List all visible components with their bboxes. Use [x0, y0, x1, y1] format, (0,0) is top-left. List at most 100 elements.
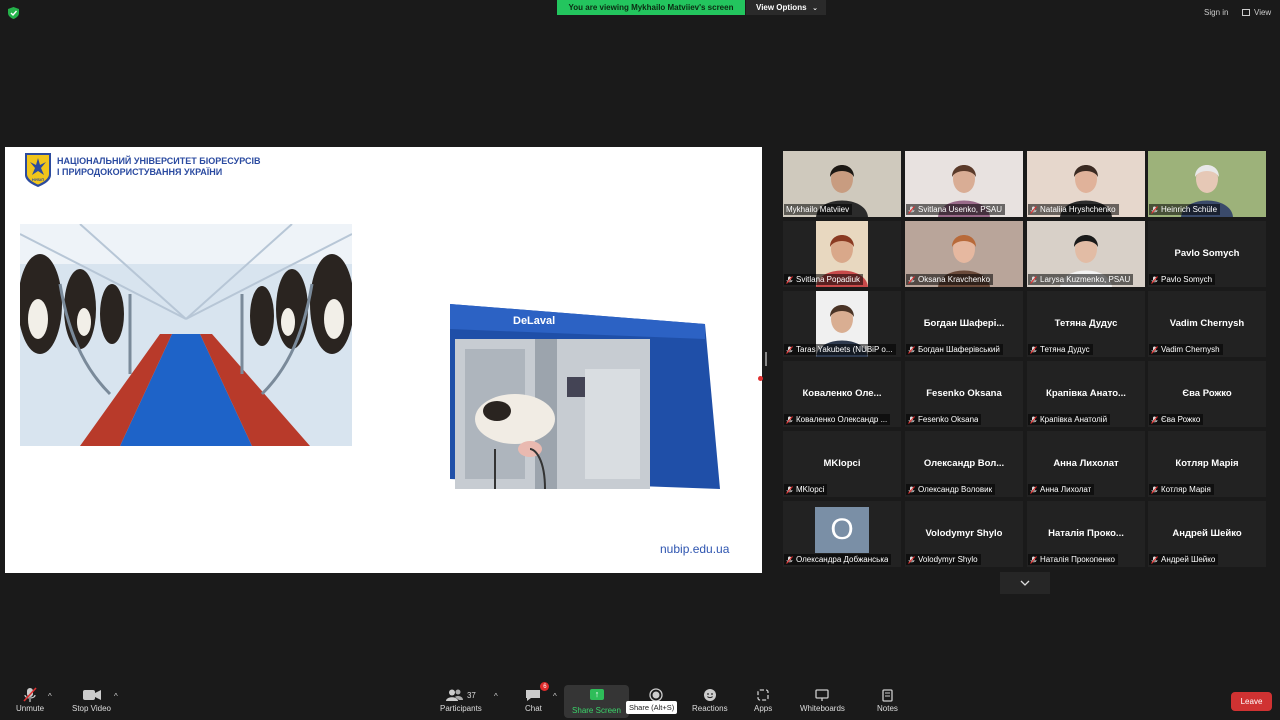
participant-tile[interactable]: MKlopci MKlopci [783, 431, 901, 497]
notes-label: Notes [877, 704, 898, 713]
mic-muted-icon [908, 275, 915, 284]
apps-button[interactable]: Apps [754, 686, 772, 713]
participant-name: Тетяна Дудус [1040, 345, 1090, 354]
mic-muted-icon [1151, 555, 1158, 564]
participant-display-name: Тетяна Дудус [1054, 318, 1118, 329]
participant-tile[interactable]: Олександр Вол... Олександр Воловик [905, 431, 1023, 497]
participant-name-label: Богдан Шаферівський [906, 344, 1003, 355]
logo-text: НУБіП [32, 177, 44, 182]
participant-display-name: Єва Рожко [1182, 388, 1232, 399]
participant-name-label: Олександр Воловик [906, 484, 996, 495]
participant-tile[interactable]: Larysa Kuzmenko, PSAU [1027, 221, 1145, 287]
participant-tile[interactable]: Vadim Chernysh Vadim Chernysh [1148, 291, 1266, 357]
participant-name: Олександр Воловик [918, 485, 993, 494]
leave-button[interactable]: Leave [1231, 692, 1272, 711]
participant-tile[interactable]: Андрей Шейко Андрей Шейко [1148, 501, 1266, 567]
participant-name-label: Котляр Марія [1149, 484, 1214, 495]
mic-muted-icon [1030, 415, 1037, 424]
mic-muted-icon [1151, 415, 1158, 424]
participant-name-label: Єва Рожко [1149, 414, 1204, 425]
participant-name-label: Taras Yakubets (NUBiP o... [784, 344, 896, 355]
chat-icon: 6 [525, 682, 550, 704]
delaval-robot-photo: DeLaval [435, 299, 735, 499]
participant-name: Котляр Марія [1161, 485, 1211, 494]
mic-muted-icon [786, 275, 793, 284]
stop-video-button[interactable]: Stop Video [72, 686, 111, 713]
mic-muted-icon [1151, 275, 1158, 284]
participant-tile[interactable]: Анна Лихолат Анна Лихолат [1027, 431, 1145, 497]
video-options-caret-icon[interactable]: ^ [114, 692, 118, 701]
security-shield-icon[interactable] [8, 7, 19, 19]
whiteboards-button[interactable]: Whiteboards [800, 686, 845, 713]
participants-button[interactable]: 37 Participants [440, 686, 482, 713]
participants-caret-icon[interactable]: ^ [494, 692, 498, 701]
participant-name-label: Vadim Chernysh [1149, 344, 1223, 355]
participant-tile[interactable]: Pavlo Somych Pavlo Somych [1148, 221, 1266, 287]
participant-display-name: Олександр Вол... [923, 458, 1005, 469]
participant-name: Taras Yakubets (NUBiP o... [796, 345, 893, 354]
participant-display-name: Крапівка Анато... [1046, 388, 1126, 399]
participants-label: Participants [440, 704, 482, 713]
chat-button[interactable]: 6 Chat [525, 682, 550, 713]
participant-display-name: Котляр Марія [1175, 458, 1239, 469]
view-options-dropdown[interactable]: View Options ⌄ [746, 0, 826, 15]
participant-tile[interactable]: Наталія Проко... Наталія Прокопенко [1027, 501, 1145, 567]
participant-tile[interactable]: Єва Рожко Єва Рожко [1148, 361, 1266, 427]
share-screen-button[interactable]: ↑ Share Screen [564, 685, 629, 718]
participant-tile[interactable]: Котляр Марія Котляр Марія [1148, 431, 1266, 497]
view-options-label: View Options [756, 3, 807, 12]
shared-screen: НУБіП НАЦІОНАЛЬНИЙ УНІВЕРСИТЕТ БІОРЕСУРС… [5, 147, 762, 573]
university-name-line2: І ПРИРОДОКОРИСТУВАННЯ УКРАЇНИ [57, 167, 223, 177]
participant-name: Vadim Chernysh [1161, 345, 1220, 354]
participant-name-label: Наталія Прокопенко [1028, 554, 1118, 565]
unmute-button[interactable]: Unmute [16, 686, 44, 713]
mic-muted-icon [786, 345, 793, 354]
participant-name-label: Анна Лихолат [1028, 484, 1095, 495]
audio-options-caret-icon[interactable]: ^ [48, 692, 52, 701]
share-screen-arrow-icon: ↑ [590, 689, 604, 700]
whiteboard-icon [815, 686, 830, 704]
whiteboards-label: Whiteboards [800, 704, 845, 713]
participant-tile[interactable]: Svitlana Popadiuk [783, 221, 901, 287]
participant-display-name: Андрей Шейко [1172, 528, 1242, 539]
participant-tile[interactable]: Тетяна Дудус Тетяна Дудус [1027, 291, 1145, 357]
participant-name-label: Fesenko Oksana [906, 414, 982, 425]
mic-muted-icon [1151, 205, 1158, 214]
participant-display-name: Volodymyr Shylo [925, 528, 1003, 539]
gallery-next-page-button[interactable] [1000, 572, 1050, 594]
participant-tile[interactable]: Mykhailo Matviiev [783, 151, 901, 217]
chat-label: Chat [525, 704, 542, 713]
participant-name: Анна Лихолат [1040, 485, 1092, 494]
participant-tile[interactable]: Oksana Kravchenko [905, 221, 1023, 287]
record-icon[interactable] [649, 688, 663, 702]
participant-name-label: Heinrich Schüle [1149, 204, 1221, 215]
participant-name-label: Андрей Шейко [1149, 554, 1219, 565]
participant-tile[interactable]: Nataliia Hryshchenko [1027, 151, 1145, 217]
participant-name-label: MKlopci [784, 484, 828, 495]
chat-caret-icon[interactable]: ^ [553, 692, 557, 701]
participant-display-name: Богдан Шафері... [923, 318, 1005, 329]
notes-button[interactable]: Notes [877, 686, 898, 713]
milking-parlour-photo [20, 224, 352, 446]
mic-muted-icon [908, 205, 915, 214]
participant-tile[interactable]: Heinrich Schüle [1148, 151, 1266, 217]
reactions-button[interactable]: Reactions [692, 686, 728, 713]
sign-in-link[interactable]: Sign in [1204, 8, 1228, 17]
participant-name-label: Коваленко Олександр ... [784, 414, 891, 425]
participant-tile[interactable]: O Олександра Добжанська [783, 501, 901, 567]
participant-name: Svitlana Usenko, PSAU [918, 205, 1003, 214]
participant-tile[interactable]: Богдан Шафері... Богдан Шаферівський [905, 291, 1023, 357]
participant-tile[interactable]: Крапівка Анато... Крапівка Анатолій [1027, 361, 1145, 427]
split-resize-handle[interactable] [765, 352, 767, 366]
participant-tile[interactable]: Svitlana Usenko, PSAU [905, 151, 1023, 217]
participant-tile[interactable]: Volodymyr Shylo Volodymyr Shylo [905, 501, 1023, 567]
participant-name: Богдан Шаферівський [918, 345, 1000, 354]
participant-tile[interactable]: Taras Yakubets (NUBiP o... [783, 291, 901, 357]
participant-name: Pavlo Somych [1161, 275, 1213, 284]
view-button[interactable]: View [1242, 8, 1271, 17]
participant-name: Наталія Прокопенко [1040, 555, 1115, 564]
participant-tile[interactable]: Коваленко Оле... Коваленко Олександр ... [783, 361, 901, 427]
participant-tile[interactable]: Fesenko Oksana Fesenko Oksana [905, 361, 1023, 427]
participant-name: MKlopci [796, 485, 825, 494]
participant-name-label: Svitlana Usenko, PSAU [906, 204, 1006, 215]
